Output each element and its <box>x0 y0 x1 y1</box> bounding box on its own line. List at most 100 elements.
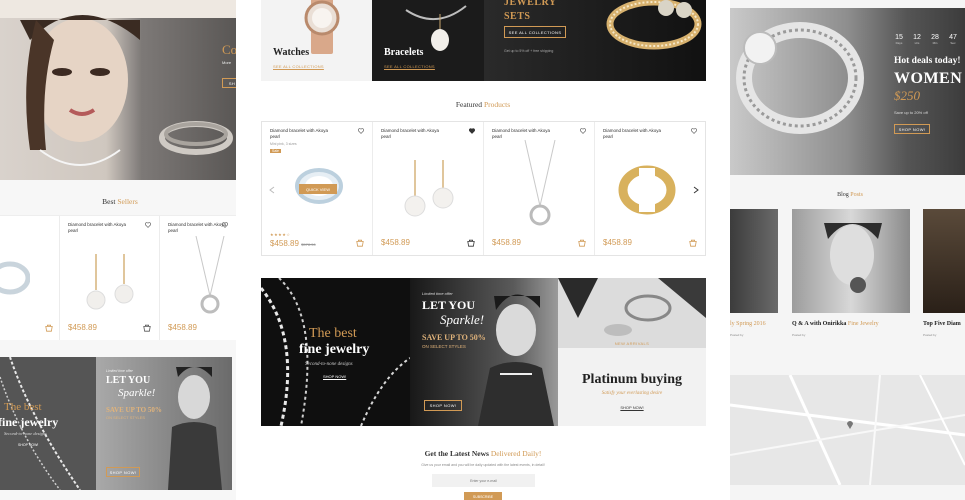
blog-post-image <box>730 209 778 313</box>
cart-icon[interactable] <box>143 324 151 332</box>
newsletter-subscribe-button[interactable]: SUBSCRIBE <box>464 492 502 500</box>
featured-product-card[interactable]: Diamond bracelet with Akoya pearl $458.8… <box>484 122 595 255</box>
left-product-grid: Diamond bracelet with Akoya pearl $458.8… <box>0 215 236 340</box>
featured-product-card[interactable]: Diamond bracelet with Akoya pearl $458.8… <box>373 122 484 255</box>
model-sparkle-image <box>478 294 554 426</box>
wishlist-heart-icon[interactable] <box>691 128 697 134</box>
category-watches[interactable]: Watches SEE ALL COLLECTIONS <box>261 0 372 81</box>
model-portrait-image <box>824 223 882 293</box>
hot-deals-button[interactable]: SHOP NOW! <box>894 124 930 134</box>
left-sparkle-line3: SAVE UP TO 50% <box>106 406 162 414</box>
category-link[interactable]: SEE ALL COLLECTIONS <box>273 64 324 69</box>
pearl-earrings-image <box>86 254 134 310</box>
featured-product-grid: Diamond bracelet with Akoya pearl Mini p… <box>261 121 706 256</box>
newsletter-description: Give us your email and you will be daily… <box>421 463 545 467</box>
left-product-card-partial[interactable] <box>0 216 60 340</box>
left-sparkle-button[interactable]: SHOP NOW! <box>106 467 140 477</box>
featured-product-card[interactable]: Diamond bracelet with Akoya pearl Mini p… <box>262 122 373 255</box>
countdown-label: Sec <box>950 41 956 45</box>
left-hero-banner: Co More SH <box>0 0 236 180</box>
countdown-cell: 47 Sec <box>946 34 960 45</box>
sparkle-line4: ON SELECT STYLES <box>422 344 466 349</box>
blog-post-title: ly Spring 2016 <box>730 321 766 327</box>
wishlist-heart-icon[interactable] <box>580 128 586 134</box>
old-price: $578.96 <box>301 242 316 247</box>
countdown-value: 28 <box>931 34 939 41</box>
map-pin-icon[interactable] <box>846 419 854 429</box>
countdown-cell: 15 Days <box>892 34 906 45</box>
jewelry-sets-note: Get up to 5% off + free shipping <box>504 49 554 53</box>
blog-post-meta: Posted by <box>792 333 806 337</box>
blog-post-meta: Posted by <box>730 333 744 337</box>
category-bracelets[interactable]: Bracelets SEE ALL COLLECTIONS <box>372 0 484 81</box>
blog-post-card[interactable]: ly Spring 2016 Posted by <box>730 209 780 359</box>
category-link[interactable]: SEE ALL COLLECTIONS <box>384 64 435 69</box>
newsletter-email-input[interactable] <box>432 474 535 487</box>
product-name: Diamond bracelet with Akoya pearl <box>270 128 329 139</box>
cart-icon[interactable] <box>45 324 53 332</box>
countdown-value: 12 <box>913 34 921 41</box>
countdown-cell: 28 Min <box>928 34 942 45</box>
sparkle-line2: Sparkle! <box>440 312 485 327</box>
left-banner-line2: fine jewelry <box>0 415 59 429</box>
hot-deals-banner[interactable]: 15 Days 12 Hrs 28 Min 47 Sec Hot deals t… <box>730 8 965 175</box>
left-page-preview: Co More SH Best Sellers Diamond bracelet… <box>0 0 236 500</box>
left-sparkle-line1: LET YOU <box>106 375 151 386</box>
left-hero-title: Co <box>222 42 236 57</box>
product-name: Diamond bracelet with Akoya pearl <box>492 128 551 139</box>
best-jewelry-banner[interactable]: The best fine jewelry Second-to-none des… <box>261 278 410 426</box>
sparkle-line1: LET YOU <box>422 298 476 312</box>
store-map[interactable] <box>730 374 965 486</box>
blog-post-title: Top Five Diam <box>923 321 961 327</box>
bracelet-pearl-image <box>405 5 467 51</box>
product-price: $458.89 <box>603 238 632 247</box>
blog-post-card[interactable]: Q & A with Onirikka Fine Jewelry Posted … <box>792 209 910 359</box>
chevron-left-icon[interactable] <box>269 186 275 194</box>
left-product-card[interactable]: Diamond bracelet with Akoya pearl $458.8… <box>60 216 160 340</box>
quick-view-button[interactable]: QUICK VIEW <box>299 184 337 194</box>
jewelry-sets-banner[interactable]: JEWELRY SETS SEE ALL COLLECTIONS Get up … <box>484 0 706 81</box>
center-page-preview: Watches SEE ALL COLLECTIONS Bracelets SE… <box>236 0 730 500</box>
platinum-kicker: NEW ARRIVALS <box>614 341 650 346</box>
best-banner-button[interactable]: SHOP NOW! <box>323 374 346 379</box>
left-product-card[interactable]: Diamond bracelet with Akoya pearl $458.8… <box>160 216 236 340</box>
product-name: Diamond bracelet with Akoya pearl <box>603 128 662 139</box>
product-price: $458.89 $578.96 <box>270 239 316 248</box>
platinum-button[interactable]: SHOP NOW! <box>558 405 706 410</box>
left-hero-button[interactable]: SH <box>222 78 236 88</box>
countdown-value: 15 <box>895 34 903 41</box>
sparkle-button[interactable]: SHOP NOW! <box>424 400 462 411</box>
hot-deals-save: Save up to 20% off <box>894 110 928 115</box>
product-subtitle: Mini pink, 3 sizes <box>270 142 297 146</box>
wishlist-heart-icon[interactable] <box>222 222 228 228</box>
cart-icon[interactable] <box>578 239 586 247</box>
product-price: $458.89 <box>381 238 410 247</box>
category-title: Bracelets <box>384 47 424 58</box>
featured-product-card[interactable]: Diamond bracelet with Akoya pearl $458.8… <box>595 122 705 255</box>
product-name: Diamond bracelet with Akoya pearl <box>68 222 127 233</box>
jewelry-sets-button[interactable]: SEE ALL COLLECTIONS <box>504 26 566 38</box>
cart-icon[interactable] <box>467 239 475 247</box>
platinum-jewelry-image <box>558 278 706 348</box>
product-price: $458.89 <box>492 238 521 247</box>
left-best-jewelry-banner: The best fine jewelry Second-to-none des… <box>0 357 96 490</box>
hot-deals-price: $250 <box>894 88 920 103</box>
model-sparkle-image <box>168 367 222 490</box>
wishlist-heart-icon[interactable] <box>145 222 151 228</box>
left-banner-line1: The best <box>4 401 42 413</box>
product-name: Diamond bracelet with Akoya pearl <box>381 128 440 139</box>
platinum-banner[interactable]: NEW ARRIVALS Platinum buying Satisfy you… <box>558 278 706 426</box>
wishlist-heart-icon[interactable] <box>358 128 364 134</box>
left-sparkle-kicker: Limited time offer <box>106 369 133 373</box>
countdown-value: 47 <box>949 34 957 41</box>
cart-icon[interactable] <box>689 239 697 247</box>
blog-post-meta: Posted by <box>923 333 937 337</box>
product-price: $458.89 <box>68 323 97 332</box>
platinum-subtitle: Satisfy your everlasting desire <box>601 391 663 396</box>
wishlist-heart-icon[interactable] <box>469 128 475 134</box>
cart-icon[interactable] <box>356 239 364 247</box>
left-banner-button[interactable]: SHOP NOW! <box>18 443 38 447</box>
blog-post-card[interactable]: Top Five Diam Posted by <box>923 209 965 359</box>
sparkle-banner[interactable]: Limited time offer LET YOU Sparkle! SAVE… <box>410 278 558 426</box>
chevron-right-icon[interactable] <box>693 186 699 194</box>
